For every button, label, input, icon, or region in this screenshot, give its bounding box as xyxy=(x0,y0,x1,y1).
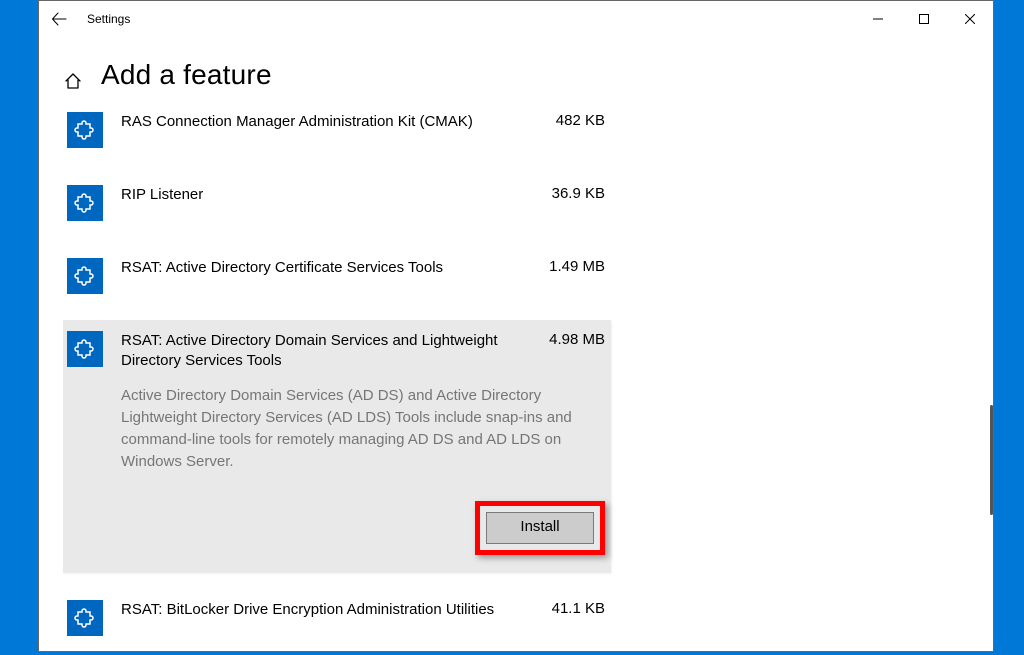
puzzle-icon xyxy=(67,600,103,636)
feature-item[interactable]: RIP Listener 36.9 KB xyxy=(63,174,611,231)
back-button[interactable] xyxy=(39,1,79,37)
feature-size: 1.49 MB xyxy=(549,257,605,294)
titlebar: Settings xyxy=(39,1,993,37)
back-arrow-icon xyxy=(51,11,67,27)
home-button[interactable] xyxy=(63,71,83,91)
install-highlight-box: Install xyxy=(475,501,605,555)
scrollbar-thumb[interactable] xyxy=(990,405,993,515)
feature-size: 41.1 KB xyxy=(552,599,605,636)
minimize-icon xyxy=(873,14,883,24)
feature-name: RAS Connection Manager Administration Ki… xyxy=(121,111,542,148)
feature-name: RSAT: Active Directory Domain Services a… xyxy=(121,330,535,371)
home-icon xyxy=(64,72,82,90)
minimize-button[interactable] xyxy=(855,1,901,37)
feature-item[interactable]: RSAT: BitLocker Drive Encryption Adminis… xyxy=(63,589,611,646)
feature-name: RSAT: Active Directory Certificate Servi… xyxy=(121,257,535,294)
page-title: Add a feature xyxy=(101,59,272,91)
feature-description: Active Directory Domain Services (AD DS)… xyxy=(121,385,605,473)
close-button[interactable] xyxy=(947,1,993,37)
puzzle-icon xyxy=(67,331,103,367)
feature-size: 4.98 MB xyxy=(549,330,605,371)
feature-item-selected[interactable]: RSAT: Active Directory Domain Services a… xyxy=(63,320,611,573)
maximize-icon xyxy=(919,14,929,24)
install-button[interactable]: Install xyxy=(486,512,594,544)
feature-name: RSAT: BitLocker Drive Encryption Adminis… xyxy=(121,599,538,636)
scrollbar-track[interactable] xyxy=(988,37,993,651)
content-area: Add a feature RAS Connection Manager Adm… xyxy=(39,37,993,651)
feature-size: 482 KB xyxy=(556,111,605,148)
close-icon xyxy=(965,14,975,24)
feature-list: RAS Connection Manager Administration Ki… xyxy=(39,101,969,646)
puzzle-icon xyxy=(67,258,103,294)
puzzle-icon xyxy=(67,185,103,221)
page-header: Add a feature xyxy=(39,37,993,101)
puzzle-icon xyxy=(67,112,103,148)
settings-window: Settings Add a feature xyxy=(38,0,994,652)
feature-name: RIP Listener xyxy=(121,184,538,221)
maximize-button[interactable] xyxy=(901,1,947,37)
window-title: Settings xyxy=(79,12,130,26)
feature-item[interactable]: RAS Connection Manager Administration Ki… xyxy=(63,101,611,158)
feature-item[interactable]: RSAT: Active Directory Certificate Servi… xyxy=(63,247,611,304)
feature-size: 36.9 KB xyxy=(552,184,605,221)
